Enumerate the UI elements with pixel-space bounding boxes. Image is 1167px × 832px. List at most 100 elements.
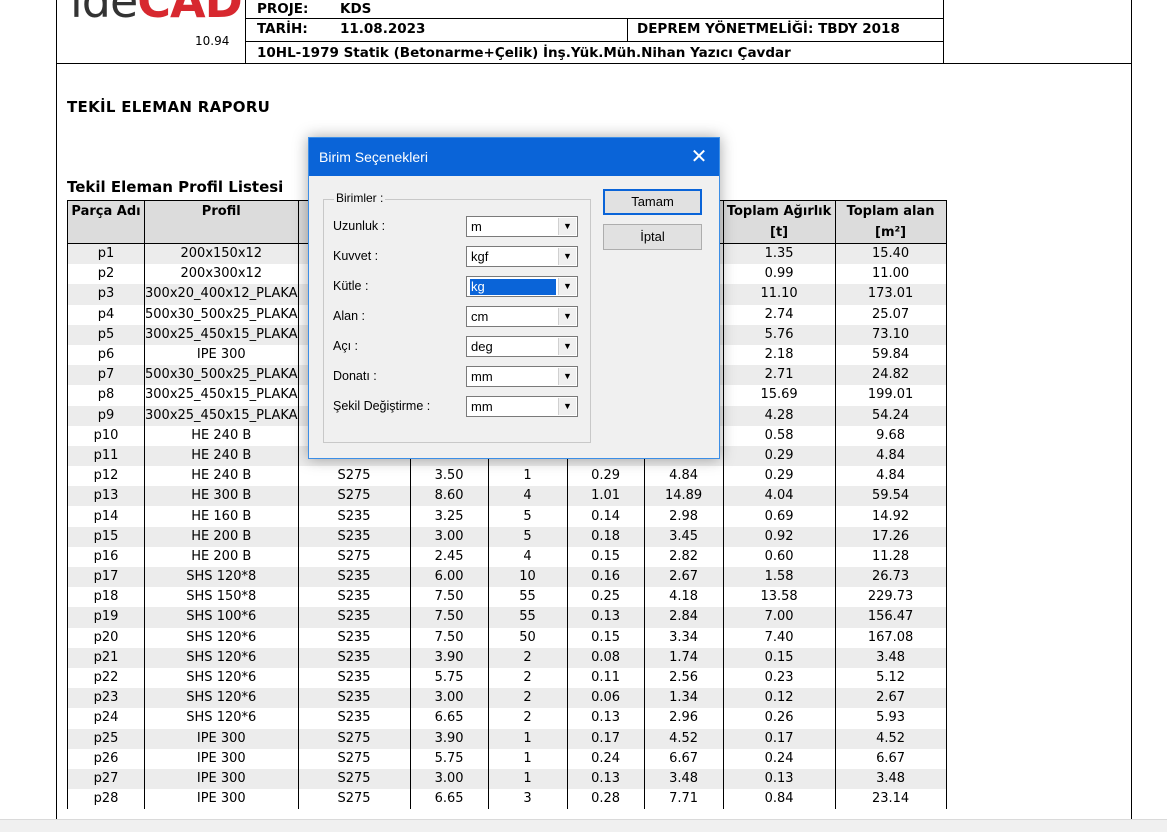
table-cell: 4.52 xyxy=(643,728,724,749)
table-cell: 2.96 xyxy=(643,708,724,729)
table-cell: 0.13 xyxy=(722,768,836,790)
table-cell: S275 xyxy=(297,546,411,567)
table-cell: 0.29 xyxy=(722,445,836,467)
table-cell: 300x25_450x15_PLAKA xyxy=(144,324,299,345)
unit-select[interactable]: cm ▼ xyxy=(466,306,578,327)
table-cell: p25 xyxy=(67,728,145,749)
column-header-unit: [t] xyxy=(770,225,789,240)
table-cell: 0.14 xyxy=(566,506,645,527)
table-cell: S235 xyxy=(297,667,411,689)
unit-select[interactable]: mm ▼ xyxy=(466,366,578,387)
table-cell: 54.24 xyxy=(834,405,947,426)
unit-field-label: Şekil Değiştirme : xyxy=(333,399,431,413)
table-cell: 0.15 xyxy=(722,647,836,668)
chevron-down-icon[interactable]: ▼ xyxy=(558,308,576,325)
table-cell: 4.28 xyxy=(722,405,836,426)
table-cell: SHS 100*6 xyxy=(144,607,299,628)
horizontal-scrollbar[interactable] xyxy=(0,819,1167,832)
table-cell: 2.71 xyxy=(722,365,836,386)
unit-select[interactable]: kg ▼ xyxy=(466,276,578,297)
table-cell: p28 xyxy=(67,789,145,810)
unit-select[interactable]: kgf ▼ xyxy=(466,246,578,267)
unit-options-dialog: Birim Seçenekleri ✕ Birimler : Uzunluk :… xyxy=(308,137,720,459)
table-cell: 7.00 xyxy=(722,607,836,628)
table-cell: p2 xyxy=(67,264,145,285)
table-cell: p17 xyxy=(67,567,145,588)
chevron-down-icon[interactable]: ▼ xyxy=(558,218,576,235)
table-cell: 167.08 xyxy=(834,627,947,648)
table-cell: 11.28 xyxy=(834,546,947,567)
table-cell: 26.73 xyxy=(834,567,947,588)
table-cell: 3.50 xyxy=(409,466,489,487)
document-right-border xyxy=(1131,0,1132,831)
close-icon[interactable]: ✕ xyxy=(685,143,713,171)
table-cell: 3.45 xyxy=(643,526,724,547)
ok-button[interactable]: Tamam xyxy=(603,189,702,215)
table-cell: 500x30_500x25_PLAKA xyxy=(144,304,299,325)
table-cell: 59.84 xyxy=(834,344,947,366)
table-cell: 0.23 xyxy=(722,667,836,689)
table-cell: 6.67 xyxy=(643,748,724,769)
table-cell: SHS 150*8 xyxy=(144,587,299,608)
table-cell: IPE 300 xyxy=(144,728,299,749)
table-cell: HE 240 B xyxy=(144,466,299,487)
table-cell: 156.47 xyxy=(834,607,947,628)
chevron-down-icon[interactable]: ▼ xyxy=(558,248,576,265)
units-group-label: Birimler : xyxy=(334,191,386,205)
table-cell: SHS 120*6 xyxy=(144,627,299,648)
unit-select-value: mm xyxy=(471,399,493,414)
table-cell: S275 xyxy=(297,728,411,749)
table-cell: 0.13 xyxy=(566,768,645,790)
version-label: 10.94 xyxy=(195,34,230,48)
column-header-label: Toplam Ağırlık xyxy=(726,204,832,219)
table-cell: S235 xyxy=(297,647,411,668)
table-cell: 5.93 xyxy=(834,708,947,729)
table-cell: 3.34 xyxy=(643,627,724,648)
table-cell: 50 xyxy=(487,627,568,648)
unit-select[interactable]: deg ▼ xyxy=(466,336,578,357)
unit-field-label: Uzunluk : xyxy=(333,219,386,233)
table-cell: 0.58 xyxy=(722,425,836,446)
table-cell: 7.50 xyxy=(409,587,489,608)
table-row: p25 IPE 300 S275 3.90 1 0.17 4.52 0.17 4.52 xyxy=(67,728,947,749)
table-cell: 25.07 xyxy=(834,304,947,325)
cancel-button[interactable]: İptal xyxy=(603,224,702,250)
table-cell: 0.13 xyxy=(566,607,645,628)
chevron-down-icon[interactable]: ▼ xyxy=(558,278,576,295)
table-cell: 2 xyxy=(487,708,568,729)
table-cell: p5 xyxy=(67,324,145,345)
table-cell: 500x30_500x25_PLAKA xyxy=(144,365,299,386)
table-cell: 173.01 xyxy=(834,284,947,305)
table-row: p18 SHS 150*8 S235 7.50 55 0.25 4.18 13.58 229.7… xyxy=(67,587,947,608)
table-cell: 7.71 xyxy=(643,789,724,810)
table-cell: p10 xyxy=(67,425,145,446)
table-cell: p27 xyxy=(67,768,145,790)
table-cell: 0.08 xyxy=(566,647,645,668)
column-header: Toplam Ağırlık [t] xyxy=(722,200,836,244)
header-divider xyxy=(56,63,1132,64)
table-cell: p23 xyxy=(67,688,145,709)
table-cell: 0.29 xyxy=(722,466,836,487)
table-row: p16 HE 200 B S275 2.45 4 0.15 2.82 0.60 11.28 xyxy=(67,546,947,567)
table-cell: 3.48 xyxy=(643,768,724,790)
chevron-down-icon[interactable]: ▼ xyxy=(558,398,576,415)
chevron-down-icon[interactable]: ▼ xyxy=(558,368,576,385)
table-row: p17 SHS 120*8 S235 6.00 10 0.16 2.67 1.58 26.73 xyxy=(67,567,947,588)
table-cell: 3.00 xyxy=(409,526,489,547)
table-cell: S275 xyxy=(297,768,411,790)
table-cell: HE 160 B xyxy=(144,506,299,527)
table-cell: S235 xyxy=(297,567,411,588)
table-cell: p18 xyxy=(67,587,145,608)
table-cell: 1 xyxy=(487,728,568,749)
chevron-down-icon[interactable]: ▼ xyxy=(558,338,576,355)
table-cell: p11 xyxy=(67,445,145,467)
table-cell: 0.12 xyxy=(722,688,836,709)
column-header-label: Profil xyxy=(201,204,241,219)
idecad-logo: ideCAD xyxy=(70,0,243,28)
table-row: p14 HE 160 B S235 3.25 5 0.14 2.98 0.69 14.92 xyxy=(67,506,947,527)
table-cell: 0.25 xyxy=(566,587,645,608)
table-cell: 14.92 xyxy=(834,506,947,527)
table-cell: 1 xyxy=(487,466,568,487)
unit-select[interactable]: mm ▼ xyxy=(466,396,578,417)
unit-select[interactable]: m ▼ xyxy=(466,216,578,237)
